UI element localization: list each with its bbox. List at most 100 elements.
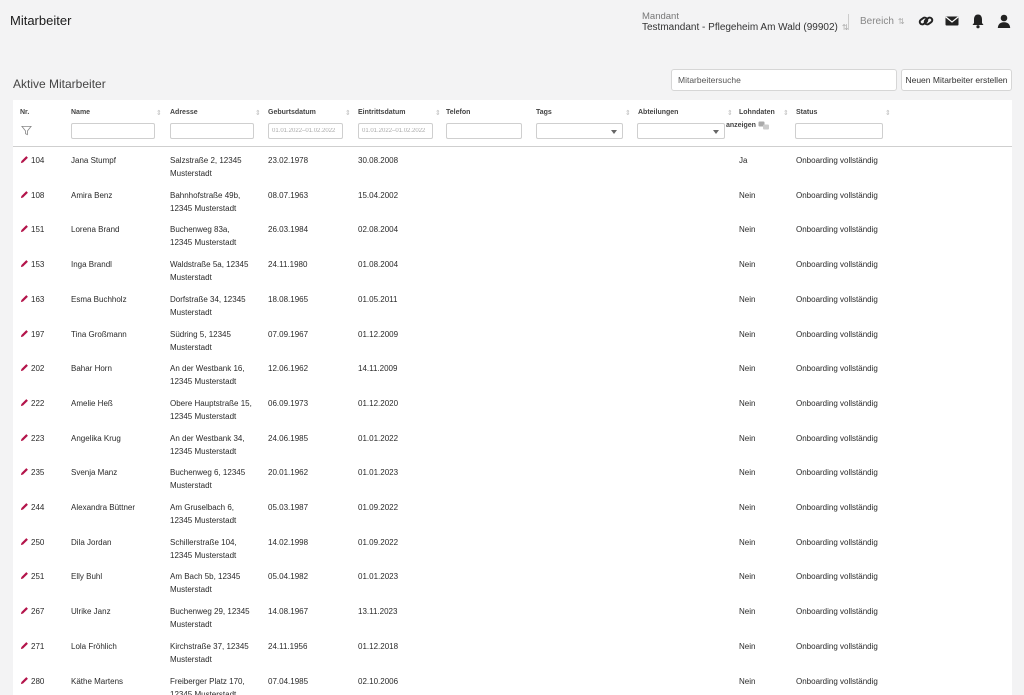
pencil-icon[interactable] xyxy=(20,363,29,372)
employee-search-input[interactable] xyxy=(671,69,897,91)
filter-name-input[interactable] xyxy=(71,123,155,139)
pencil-icon[interactable] xyxy=(20,294,29,303)
table-row[interactable]: 202 Bahar Horn An der Westbank 16, 12345 Mu… xyxy=(13,356,1012,391)
pencil-icon[interactable] xyxy=(20,571,29,580)
table-row[interactable]: 267 Ulrike Janz Buchenweg 29, 12345 Musters… xyxy=(13,599,1012,634)
table-row[interactable]: 251 Elly Buhl Am Bach 5b, 12345 Musterstadt… xyxy=(13,564,1012,599)
cell-nr: 223 xyxy=(31,433,45,443)
filter-adresse-input[interactable] xyxy=(170,123,254,139)
table-row[interactable]: 153 Inga Brandl Waldstraße 5a, 12345 Muster… xyxy=(13,252,1012,287)
cell-nr: 197 xyxy=(31,329,45,339)
table-row[interactable]: 250 Dila Jordan Schillerstraße 104, 12345 M… xyxy=(13,530,1012,565)
table-row[interactable]: 108 Amira Benz Bahnhofstraße 49b, 12345 Mus… xyxy=(13,183,1012,218)
address-line-1: Bahnhofstraße 49b, xyxy=(170,190,241,200)
filter-abteilungen-select[interactable] xyxy=(637,123,725,139)
address-line-2: 12345 Musterstadt xyxy=(170,446,237,456)
lohndaten-sub-label: anzeigen xyxy=(726,122,756,129)
cell-ein: 13.11.2023 xyxy=(358,607,398,617)
sort-icon[interactable]: ⇕ xyxy=(783,109,789,117)
col-header-adresse[interactable]: Adresse xyxy=(170,109,198,116)
sort-icon[interactable]: ⇕ xyxy=(156,109,162,117)
cell-name: Lorena Brand xyxy=(71,225,120,235)
address-line-2: Musterstadt xyxy=(170,307,212,317)
pencil-icon[interactable] xyxy=(20,676,29,685)
cell-adresse: An der Westbank 34, 12345 Musterstadt xyxy=(170,432,262,458)
table-row[interactable]: 235 Svenja Manz Buchenweg 6, 12345 Musterst… xyxy=(13,460,1012,495)
cell-lohn: Nein xyxy=(739,503,756,512)
filter-tags-select[interactable] xyxy=(536,123,623,139)
cell-ein: 14.11.2009 xyxy=(358,364,398,374)
filter-eintrittsdatum-input[interactable] xyxy=(358,123,433,139)
cell-adresse: Am Gruselbach 6, 12345 Musterstadt xyxy=(170,501,262,527)
bereich-label: Bereich xyxy=(860,16,894,27)
filter-status-input[interactable] xyxy=(795,123,883,139)
col-header-abteilungen[interactable]: Abteilungen xyxy=(638,109,678,116)
pencil-icon[interactable] xyxy=(20,190,29,199)
new-employee-button[interactable]: Neuen Mitarbeiter erstellen xyxy=(901,69,1012,91)
table-row[interactable]: 104 Jana Stumpf Salzstraße 2, 12345 Musters… xyxy=(13,148,1012,183)
pencil-icon[interactable] xyxy=(20,537,29,546)
cell-lohn: Nein xyxy=(739,260,756,270)
address-line-2: Musterstadt xyxy=(170,620,212,630)
filter-geburtsdatum-input[interactable] xyxy=(268,123,343,139)
col-header-telefon[interactable]: Telefon xyxy=(446,109,470,116)
sort-icon[interactable]: ⇕ xyxy=(255,109,261,117)
cell-nr: 202 xyxy=(31,364,45,374)
pencil-icon[interactable] xyxy=(20,467,29,476)
address-line-1: Am Bach 5b, 12345 xyxy=(170,572,241,582)
cell-geb: 05.03.1987 xyxy=(268,503,309,512)
col-header-lohndaten[interactable]: Lohndaten xyxy=(739,109,775,116)
cell-lohn: Nein xyxy=(739,225,756,235)
table-row[interactable]: 223 Angelika Krug An der Westbank 34, 12345… xyxy=(13,426,1012,461)
cell-ein: 01.01.2022 xyxy=(358,433,399,443)
cell-lohn: Nein xyxy=(739,294,756,304)
mandant-selector[interactable]: Mandant Testmandant - Pflegeheim Am Wald… xyxy=(642,11,848,33)
pencil-icon[interactable] xyxy=(20,224,29,233)
col-header-tags[interactable]: Tags xyxy=(536,109,552,116)
lohndaten-toggle[interactable]: anzeigen xyxy=(726,121,770,130)
cell-ein: 01.08.2004 xyxy=(358,260,399,270)
funnel-icon[interactable] xyxy=(21,125,32,136)
sort-icon[interactable]: ⇕ xyxy=(727,109,733,117)
bell-icon[interactable] xyxy=(970,13,986,29)
pencil-icon[interactable] xyxy=(20,155,29,164)
address-line-2: Musterstadt xyxy=(170,585,212,595)
pencil-icon[interactable] xyxy=(20,259,29,268)
table-row[interactable]: 197 Tina Großmann Südring 5, 12345 Musterst… xyxy=(13,322,1012,357)
sort-icon[interactable]: ⇕ xyxy=(435,109,441,117)
address-line-1: Am Gruselbach 6, xyxy=(170,503,235,512)
pencil-icon[interactable] xyxy=(20,398,29,407)
address-line-2: Musterstadt xyxy=(170,273,212,283)
user-icon[interactable] xyxy=(996,13,1012,29)
table-row[interactable]: 271 Lola Fröhlich Kirchstraße 37, 12345 Mus… xyxy=(13,634,1012,669)
pencil-icon[interactable] xyxy=(20,502,29,511)
cell-geb: 26.03.1984 xyxy=(268,225,309,235)
cell-name: Amira Benz xyxy=(71,190,113,200)
table-row[interactable]: 244 Alexandra Büttner Am Gruselbach 6, 1234… xyxy=(13,495,1012,530)
sort-icon[interactable]: ⇕ xyxy=(885,109,891,117)
cell-adresse: Obere Hauptstraße 15, 12345 Musterstadt xyxy=(170,397,262,423)
cell-name: Angelika Krug xyxy=(71,433,121,443)
table-row[interactable]: 151 Lorena Brand Buchenweg 83a, 12345 Muste… xyxy=(13,217,1012,252)
pencil-icon[interactable] xyxy=(20,606,29,615)
cell-geb: 14.02.1998 xyxy=(268,537,309,547)
table-row[interactable]: 280 Käthe Martens Freiberger Platz 170, 123… xyxy=(13,669,1012,695)
col-header-status[interactable]: Status xyxy=(796,109,817,116)
link-icon[interactable] xyxy=(918,13,934,29)
table-row[interactable]: 222 Amelie Heß Obere Hauptstraße 15, 12345 … xyxy=(13,391,1012,426)
col-header-nr[interactable]: Nr. xyxy=(20,109,29,116)
mail-icon[interactable] xyxy=(944,13,960,29)
pencil-icon[interactable] xyxy=(20,433,29,442)
bereich-selector[interactable]: Bereich ⇅ xyxy=(860,16,905,27)
cell-nr: 280 xyxy=(31,676,45,686)
col-header-name[interactable]: Name xyxy=(71,109,90,116)
sort-icon[interactable]: ⇕ xyxy=(625,109,631,117)
pencil-icon[interactable] xyxy=(20,641,29,650)
col-header-geburtsdatum[interactable]: Geburtsdatum xyxy=(268,109,316,116)
col-header-eintrittsdatum[interactable]: Eintrittsdatum xyxy=(358,109,405,116)
table-row[interactable]: 163 Esma Buchholz Dorfstraße 34, 12345 Must… xyxy=(13,287,1012,322)
pencil-icon[interactable] xyxy=(20,329,29,338)
filter-telefon-input[interactable] xyxy=(446,123,522,139)
cell-status: Onboarding vollständig xyxy=(796,294,878,304)
sort-icon[interactable]: ⇕ xyxy=(345,109,351,117)
